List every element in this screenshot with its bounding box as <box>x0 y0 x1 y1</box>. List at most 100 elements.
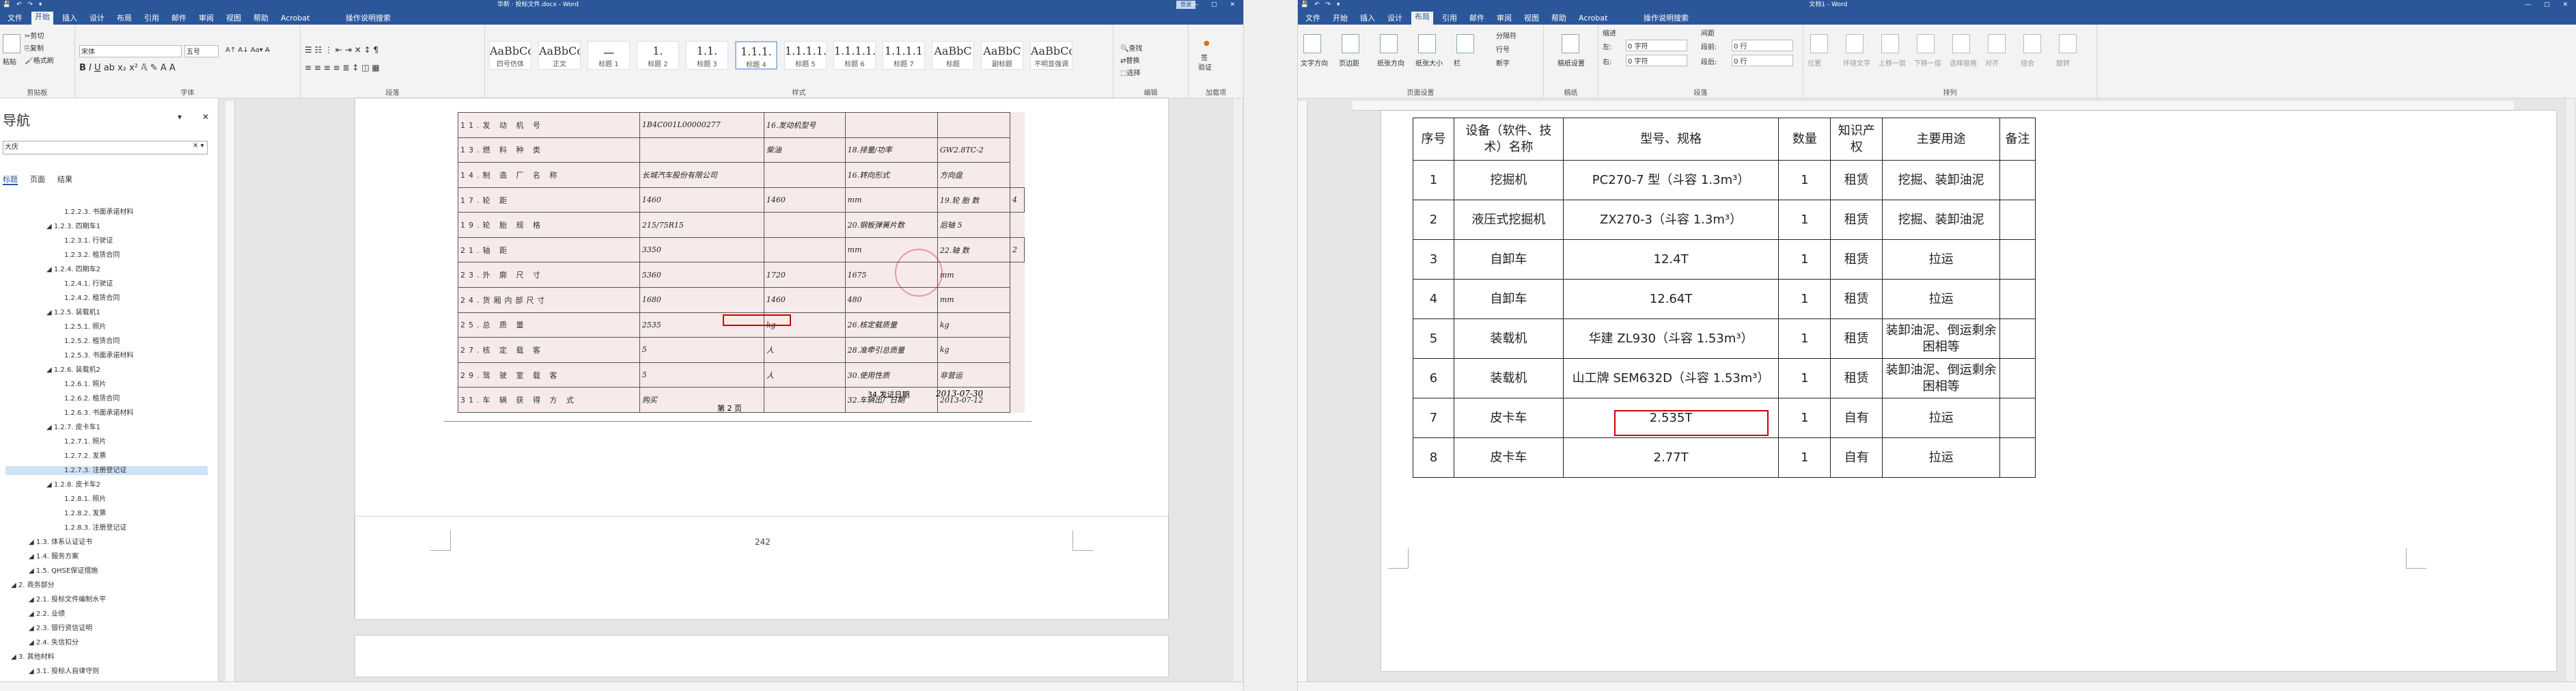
document-page[interactable]: 序号 设备（软件、技术）名称 型号、规格 数量 知识产权 主要用途 备注 1 挖掘机 PC270… <box>1381 111 2556 671</box>
table-header-cell[interactable]: 备注 <box>1999 118 2036 161</box>
table-cell[interactable]: 挖掘、装卸油泥 <box>1882 200 2000 240</box>
select-button[interactable]: ⬚选择 <box>1120 67 1140 77</box>
expand-icon[interactable]: ◢ <box>29 553 36 560</box>
nav-heading-item[interactable]: ◢ 1.2.5. 装载机1 <box>5 308 100 317</box>
table-cell[interactable]: 皮卡车 <box>1453 398 1564 438</box>
table-cell[interactable]: 2.77T <box>1562 437 1779 478</box>
arrange-icon[interactable] <box>1881 34 1899 53</box>
expand-icon[interactable]: ◢ <box>29 567 36 575</box>
arrange-button[interactable]: 环绕文字 <box>1843 57 1870 68</box>
tab-6[interactable]: 邮件 <box>1466 13 1488 24</box>
arrange-button[interactable]: 旋转 <box>2056 57 2070 68</box>
indent-right-input[interactable]: 0 字符 <box>1626 55 1687 66</box>
nav-heading-item[interactable]: ◢ 3. 其他材料 <box>5 653 55 662</box>
nav-search-input[interactable]: 大庆 <box>3 141 208 154</box>
page-setup-button[interactable]: 纸张方向 <box>1377 57 1404 68</box>
table-cell[interactable]: 1 <box>1778 239 1831 280</box>
replace-button[interactable]: ⇄替换 <box>1120 55 1139 65</box>
table-cell[interactable]: 租赁 <box>1830 200 1883 240</box>
table-cell[interactable]: 7 <box>1413 398 1454 438</box>
tab-0[interactable]: 文件 <box>4 13 26 24</box>
table-cell[interactable]: 2 <box>1413 200 1454 240</box>
expand-icon[interactable]: ◢ <box>46 481 54 489</box>
sign-icon[interactable]: ● <box>1204 40 1210 47</box>
arrange-button[interactable]: 选择窗格 <box>1950 57 1977 68</box>
style-item[interactable]: 1.1.1.1. 标题 5 <box>784 41 827 70</box>
table-cell[interactable]: 1 <box>1778 319 1831 359</box>
style-item[interactable]: 1.1.1.1 标题 7 <box>883 41 925 70</box>
nav-heading-item[interactable]: ◢ 1.2.6. 装载机2 <box>5 366 100 375</box>
table-cell[interactable]: 拉运 <box>1882 437 2000 478</box>
page-setup-button[interactable]: 文字方向 <box>1301 57 1328 68</box>
table-cell[interactable]: 租赁 <box>1830 160 1883 200</box>
page-setup-icon[interactable] <box>1342 34 1359 53</box>
table-cell[interactable]: 拉运 <box>1882 398 2000 438</box>
manuscript-button[interactable]: 稿纸设置 <box>1557 57 1585 68</box>
table-cell[interactable]: 1 <box>1778 279 1831 319</box>
style-item[interactable]: AaBbCcD 不明显强调 <box>1030 41 1072 70</box>
style-item[interactable]: AaBbCcD 正文 <box>538 41 581 70</box>
quick-access-toolbar[interactable]: 💾 ↶ ↷ ▾ <box>1301 0 1342 10</box>
nav-tab[interactable]: 结果 <box>57 175 72 184</box>
tab-6[interactable]: 邮件 <box>168 13 190 24</box>
table-cell[interactable]: 1 <box>1778 160 1831 200</box>
nav-options-icon[interactable]: ▾ <box>178 112 182 122</box>
table-cell[interactable]: ZX270-3（斗容 1.3m³） <box>1562 200 1779 240</box>
tab-7[interactable]: 审阅 <box>195 13 217 24</box>
nav-heading-item[interactable]: ◢ 2.3. 银行资信证明 <box>5 624 92 633</box>
following-page[interactable] <box>355 636 1168 677</box>
page-setup-button[interactable]: 栏 <box>1454 57 1460 68</box>
nav-heading-item[interactable]: 1.2.3.1. 行驶证 <box>5 236 113 245</box>
table-cell[interactable]: 装卸油泥、倒运剩余困相等 <box>1882 319 2000 359</box>
style-item[interactable]: 一标题 1 <box>587 41 630 70</box>
table-cell[interactable]: 自有 <box>1830 437 1883 478</box>
vertical-scrollbar[interactable] <box>1232 98 1242 681</box>
nav-tab[interactable]: 标题 <box>3 175 18 185</box>
page-setup-icon[interactable] <box>1303 34 1321 53</box>
nav-heading-item[interactable]: ◢ 1.2.3. 四期车1 <box>5 222 100 231</box>
style-item[interactable]: 1. 标题 2 <box>637 41 679 70</box>
arrange-button[interactable]: 下移一层 <box>1914 57 1941 68</box>
page-setup-icon[interactable] <box>1380 34 1398 53</box>
nav-heading-item[interactable]: 1.2.7.1. 照片 <box>5 437 106 446</box>
page-setup-button[interactable]: 纸张大小 <box>1415 57 1443 68</box>
tab-2[interactable]: 插入 <box>59 13 81 24</box>
nav-heading-item[interactable]: 1.2.5.3. 书面承诺材料 <box>5 351 133 360</box>
nav-heading-item[interactable]: ◢ 2.4. 失信扣分 <box>5 638 79 647</box>
spacing-after-input[interactable]: 0 行 <box>1732 55 1793 66</box>
nav-heading-item[interactable]: 1.2.8.1. 照片 <box>5 495 106 504</box>
expand-icon[interactable]: ◢ <box>29 668 36 675</box>
table-cell[interactable]: 自卸车 <box>1453 279 1564 319</box>
quick-access-toolbar[interactable]: 💾 ↶ ↷ ▾ <box>3 0 44 10</box>
tab-4[interactable]: 布局 <box>1411 12 1433 25</box>
page-setup-small-button[interactable]: 断字 <box>1496 57 1510 68</box>
nav-heading-item[interactable]: 1.2.2.3. 书面承诺材料 <box>5 208 133 217</box>
align-buttons[interactable]: ≡ ≡ ≡ ≡ ≣ ↕ ◫ ▦ <box>305 63 380 72</box>
style-item[interactable]: AaBbC 标题 <box>932 41 974 70</box>
table-cell[interactable]: 皮卡车 <box>1453 437 1564 478</box>
nav-heading-item[interactable]: ◢ 2.2. 业绩 <box>5 610 65 619</box>
nav-heading-item[interactable]: 1.2.5.2. 租赁合同 <box>5 337 120 346</box>
nav-heading-item[interactable]: ◢ 1.3. 体系认证证书 <box>5 538 92 547</box>
paste-button[interactable]: 粘贴 <box>3 56 16 66</box>
tab-10[interactable]: Acrobat <box>1575 13 1611 24</box>
table-cell[interactable]: 6 <box>1413 358 1454 398</box>
sign-line2[interactable]: 验证 <box>1198 62 1212 72</box>
style-item[interactable]: AaBbCc 四号仿体 <box>489 41 531 70</box>
table-cell[interactable] <box>1999 319 2036 359</box>
arrange-icon[interactable] <box>2023 34 2041 53</box>
arrange-icon[interactable] <box>1988 34 2006 53</box>
expand-icon[interactable]: ◢ <box>46 223 54 230</box>
table-cell[interactable]: 装载机 <box>1453 358 1564 398</box>
table-cell[interactable] <box>1999 200 2036 240</box>
table-cell[interactable]: 8 <box>1413 437 1454 478</box>
table-cell[interactable]: 12.4T <box>1562 239 1779 280</box>
arrange-icon[interactable] <box>1846 34 1864 53</box>
nav-heading-item[interactable]: ◢ 2. 商务部分 <box>5 581 55 590</box>
nav-heading-item[interactable]: ◢ 1.2.8. 皮卡车2 <box>5 480 100 489</box>
nav-heading-item[interactable]: 1.2.6.1. 照片 <box>5 380 106 389</box>
close-icon[interactable]: ✕ <box>202 112 209 122</box>
table-cell[interactable]: 华建 ZL930（斗容 1.53m³） <box>1562 319 1779 359</box>
table-header-cell[interactable]: 数量 <box>1778 118 1831 161</box>
nav-heading-item[interactable]: ◢ 1.4. 服务方案 <box>5 552 79 561</box>
